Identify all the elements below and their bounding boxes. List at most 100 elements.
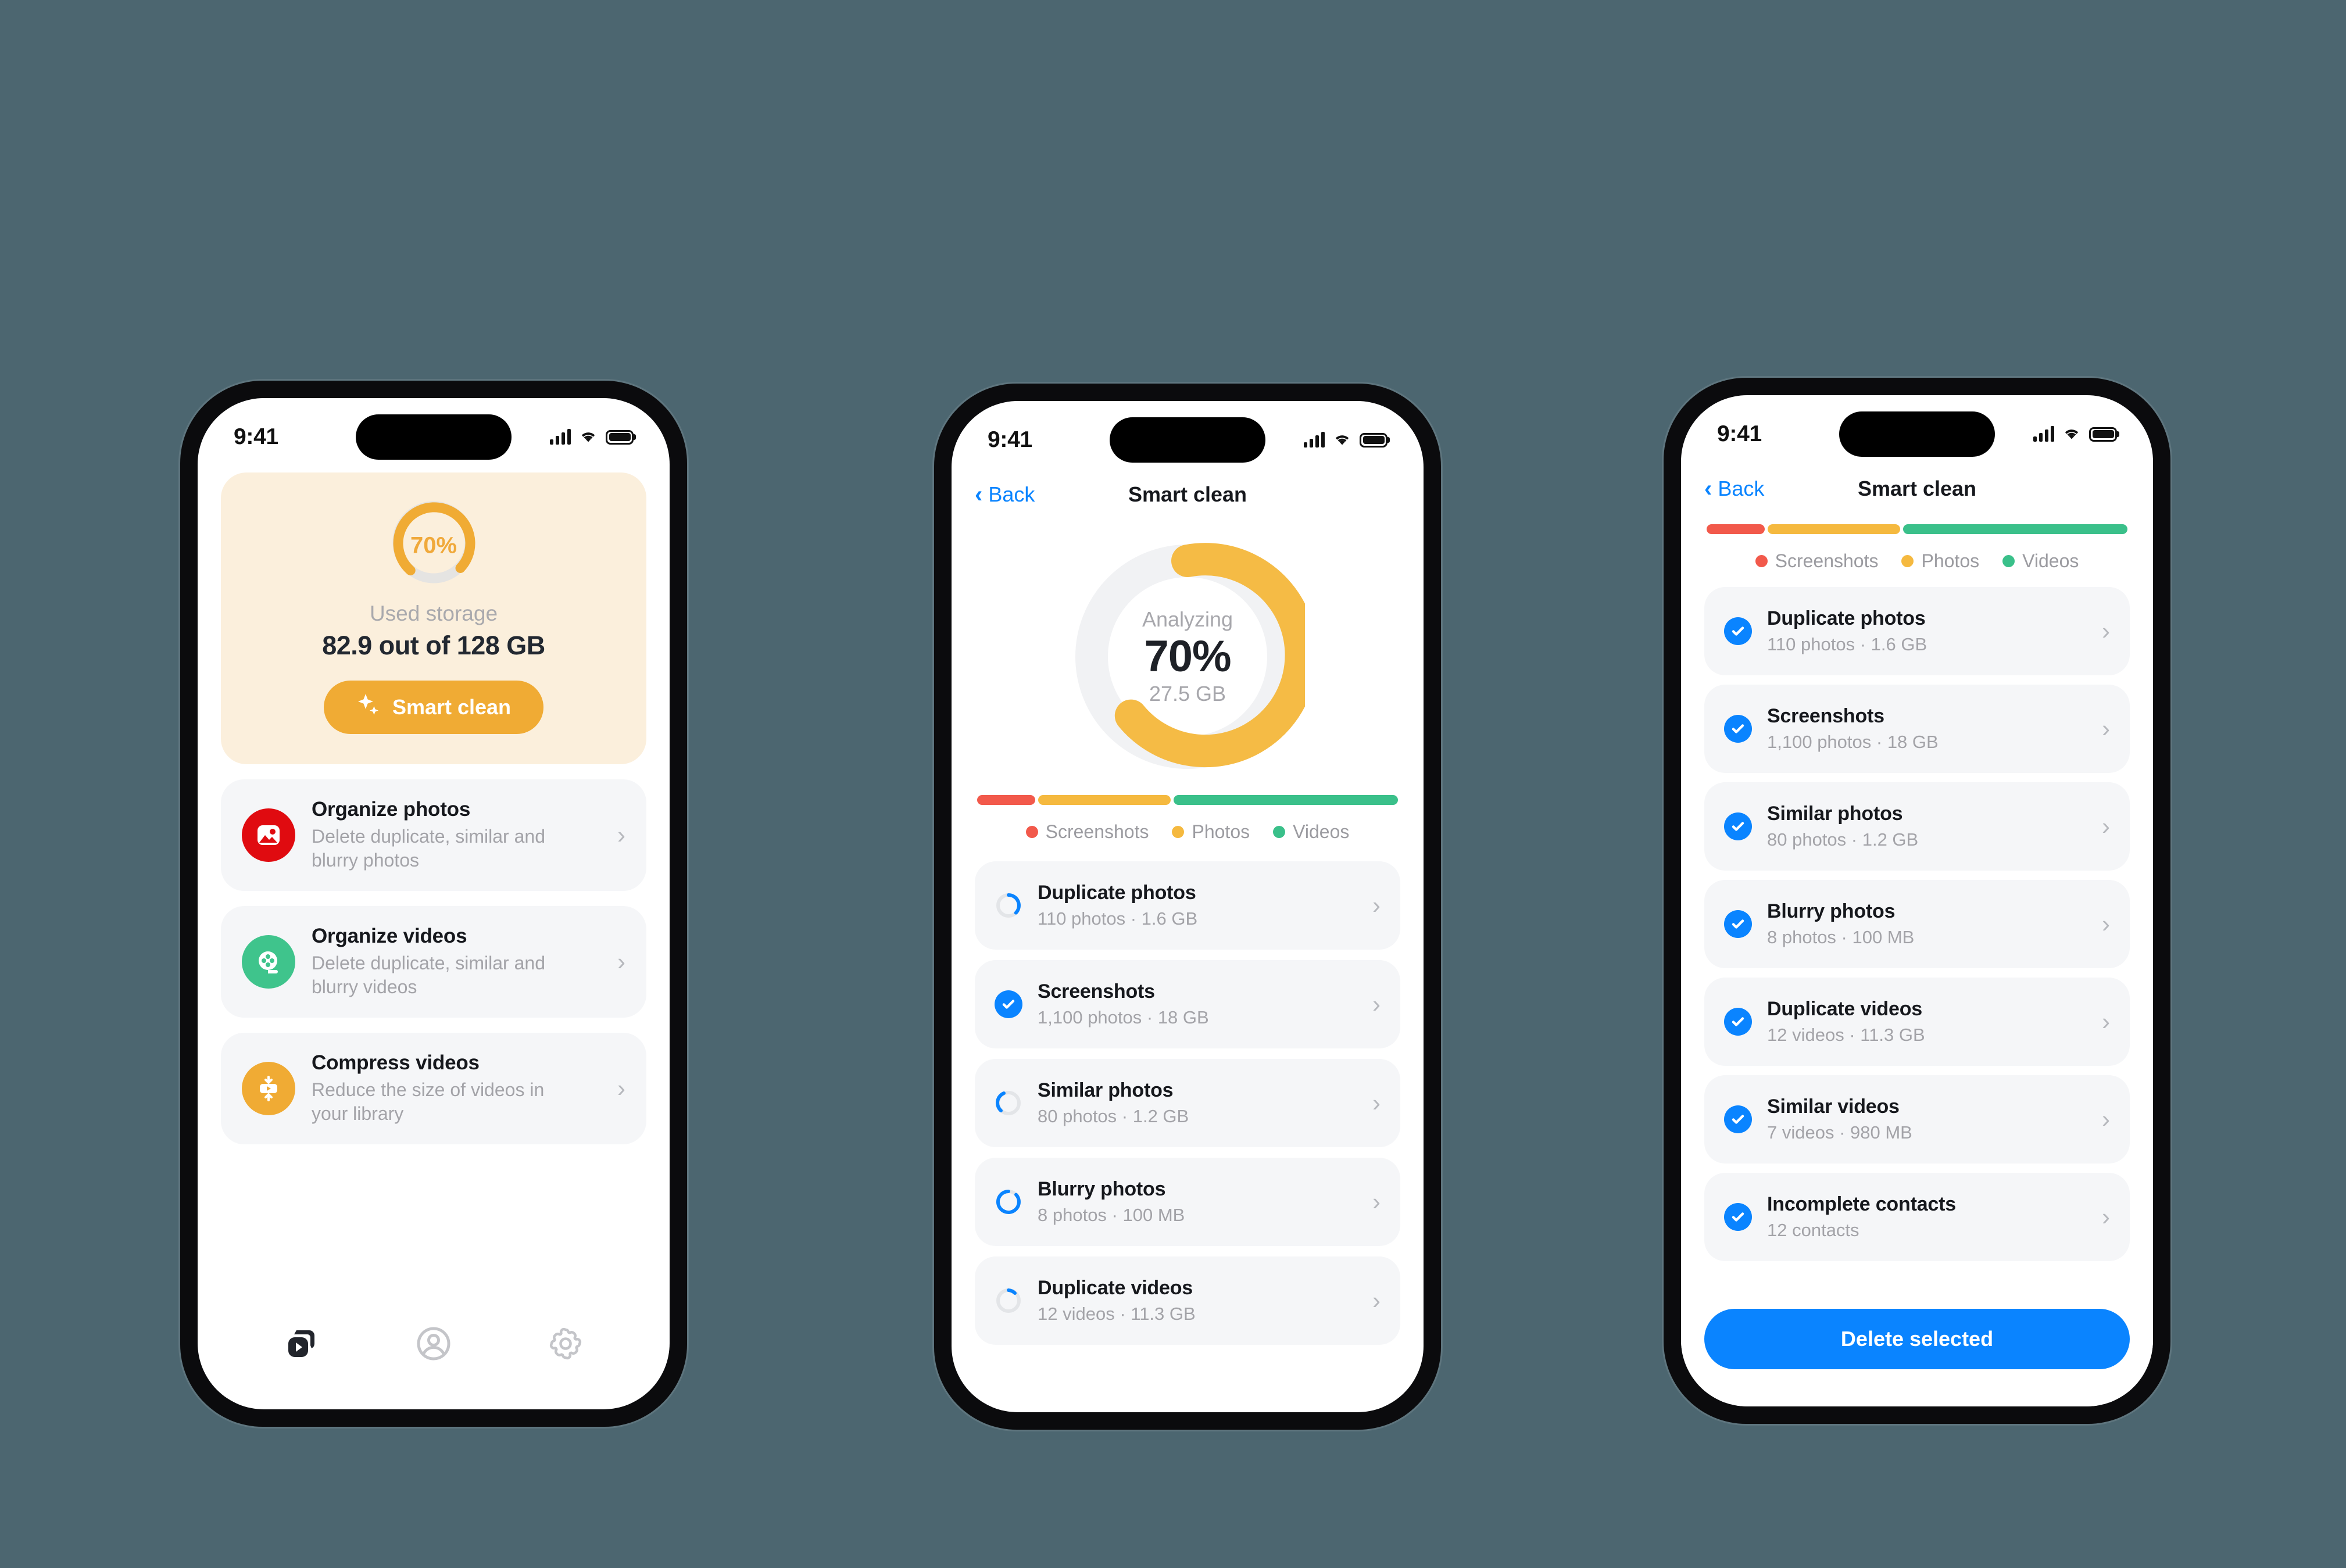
back-button[interactable]: ‹ Back — [1704, 477, 1764, 501]
list-item-title: Incomplete contacts — [1767, 1193, 1956, 1215]
list-item-text: Duplicate photos 110 photos · 1.6 GB — [1767, 607, 2087, 655]
dynamic-island — [1110, 417, 1265, 463]
storage-card: 70% Used storage 82.9 out of 128 GB Smar… — [221, 472, 646, 764]
list-item-subtitle: 12 videos · 11.3 GB — [1038, 1304, 1196, 1324]
list-item-title: Similar photos — [1767, 803, 1903, 825]
list-item[interactable]: Similar photos 80 photos · 1.2 GB › — [975, 1059, 1400, 1147]
gauge-percent-label: 70% — [410, 532, 457, 559]
feature-row-compress-videos[interactable]: Compress videos Reduce the size of video… — [221, 1033, 646, 1144]
analyze-size-label: 27.5 GB — [1149, 681, 1226, 706]
list-item[interactable]: Duplicate videos 12 videos · 11.3 GB › — [975, 1256, 1400, 1345]
chevron-right-icon: › — [1372, 1287, 1381, 1314]
breakdown-section: Screenshots Photos Videos — [952, 795, 1424, 843]
list-item-subtitle: 1,100 photos · 18 GB — [1767, 732, 1939, 752]
status-bar: 9:41 — [952, 401, 1424, 470]
feature-subtitle: Reduce the size of videos in your librar… — [312, 1079, 545, 1124]
checked-icon[interactable] — [1724, 1105, 1752, 1133]
legend-dot-screenshots — [1025, 826, 1038, 838]
storage-segment-bar — [1707, 524, 2127, 534]
photo-icon — [242, 808, 295, 862]
list-item[interactable]: Duplicate photos 110 photos · 1.6 GB › — [975, 861, 1400, 950]
tab-account[interactable] — [407, 1319, 460, 1371]
storage-legend: Screenshots Photos Videos — [1707, 550, 2127, 572]
checked-icon[interactable] — [1724, 812, 1752, 840]
sparkle-icon — [356, 693, 381, 722]
legend-item-videos: Videos — [2002, 550, 2079, 572]
wifi-icon — [579, 430, 598, 444]
list-item[interactable]: Similar videos 7 videos · 980 MB › — [1704, 1075, 2130, 1164]
legend-dot-videos — [2002, 555, 2015, 567]
feature-text: Organize videos Delete duplicate, simila… — [312, 925, 601, 999]
checked-icon[interactable] — [1724, 715, 1752, 743]
list-item[interactable]: Incomplete contacts 12 contacts › — [1704, 1173, 2130, 1261]
list-item[interactable]: Duplicate photos 110 photos · 1.6 GB › — [1704, 587, 2130, 675]
list-item-title: Similar photos — [1038, 1079, 1174, 1101]
status-time: 9:41 — [988, 427, 1032, 452]
smart-clean-button[interactable]: Smart clean — [323, 681, 544, 734]
check-circle-icon — [1724, 617, 1752, 645]
battery-icon — [1360, 432, 1387, 448]
back-button[interactable]: ‹ Back — [975, 482, 1035, 507]
status-indicators — [2033, 426, 2117, 442]
storage-segment-bar — [977, 795, 1398, 805]
chevron-right-icon: › — [617, 948, 625, 975]
analyze-percent-label: 70% — [1144, 632, 1231, 682]
wifi-icon — [1333, 433, 1351, 447]
film-reel-icon — [242, 935, 295, 989]
list-item-title: Duplicate photos — [1767, 607, 1926, 629]
chevron-right-icon: › — [2102, 715, 2110, 742]
tab-media[interactable] — [276, 1319, 328, 1371]
feature-row-organize-photos[interactable]: Organize photos Delete duplicate, simila… — [221, 779, 646, 891]
list-item-text: Similar photos 80 photos · 1.2 GB — [1767, 803, 2087, 850]
segment-screenshots — [1707, 524, 1765, 534]
list-item[interactable]: Blurry photos 8 photos · 100 MB › — [1704, 880, 2130, 968]
compress-video-icon — [242, 1062, 295, 1115]
page-title: Smart clean — [1128, 482, 1247, 506]
battery-icon — [2089, 427, 2117, 442]
list-item[interactable]: Screenshots 1,100 photos · 18 GB › — [975, 960, 1400, 1048]
phone-mockup-home: 9:41 70% Used storage 82.9 out of 128 GB… — [180, 381, 687, 1427]
chevron-right-icon: › — [1372, 990, 1381, 1018]
legend-item-screenshots: Screenshots — [1025, 821, 1149, 843]
list-item[interactable]: Similar photos 80 photos · 1.2 GB › — [1704, 782, 2130, 871]
list-item-title: Duplicate photos — [1038, 882, 1196, 904]
cellular-signal-icon — [1304, 432, 1325, 448]
back-label: Back — [988, 482, 1035, 506]
phone-mockup-results: 9:41 ‹ Back Smart clean Screenshots Phot… — [1664, 378, 2170, 1424]
media-play-stack-icon — [282, 1324, 321, 1366]
list-item[interactable]: Blurry photos 8 photos · 100 MB › — [975, 1158, 1400, 1246]
checked-icon[interactable] — [1724, 1008, 1752, 1036]
storage-legend: Screenshots Photos Videos — [977, 821, 1398, 843]
list-item-subtitle: 80 photos · 1.2 GB — [1038, 1106, 1189, 1126]
list-item[interactable]: Screenshots 1,100 photos · 18 GB › — [1704, 685, 2130, 773]
list-item-title: Blurry photos — [1767, 900, 1896, 922]
chevron-right-icon: › — [617, 1075, 625, 1102]
battery-icon — [606, 429, 634, 445]
list-item[interactable]: Duplicate videos 12 videos · 11.3 GB › — [1704, 978, 2130, 1066]
legend-dot-photos — [1172, 826, 1185, 838]
chevron-right-icon: › — [2102, 812, 2110, 840]
chevron-right-icon: › — [1372, 1089, 1381, 1116]
feature-row-organize-videos[interactable]: Organize videos Delete duplicate, simila… — [221, 906, 646, 1018]
feature-subtitle: Delete duplicate, similar and blurry pho… — [312, 826, 545, 871]
list-item-subtitle: 7 videos · 980 MB — [1767, 1122, 1912, 1143]
phone-mockup-analyzing: 9:41 ‹ Back Smart clean Analyzing 70% 27… — [934, 384, 1441, 1430]
used-storage-value: 82.9 out of 128 GB — [322, 631, 545, 660]
feature-text: Organize photos Delete duplicate, simila… — [312, 798, 601, 872]
checked-icon[interactable] — [1724, 1203, 1752, 1231]
scan-result-list: Duplicate photos 110 photos · 1.6 GB › S… — [952, 861, 1424, 1345]
checked-icon[interactable] — [1724, 910, 1752, 938]
check-circle-icon — [1724, 1203, 1752, 1231]
checked-icon[interactable] — [1724, 617, 1752, 645]
legend-label-photos: Photos — [1192, 821, 1250, 842]
delete-selected-button[interactable]: Delete selected — [1704, 1309, 2130, 1369]
segment-photos — [1038, 795, 1171, 805]
status-indicators — [1304, 432, 1387, 448]
check-circle-icon — [995, 990, 1022, 1018]
list-item-text: Duplicate videos 12 videos · 11.3 GB — [1038, 1277, 1357, 1324]
checked-icon[interactable] — [995, 990, 1022, 1018]
legend-dot-photos — [1901, 555, 1914, 567]
tab-settings[interactable] — [539, 1319, 592, 1371]
cleanup-result-list: Duplicate photos 110 photos · 1.6 GB › S… — [1681, 587, 2153, 1261]
chevron-right-icon: › — [2102, 1203, 2110, 1230]
